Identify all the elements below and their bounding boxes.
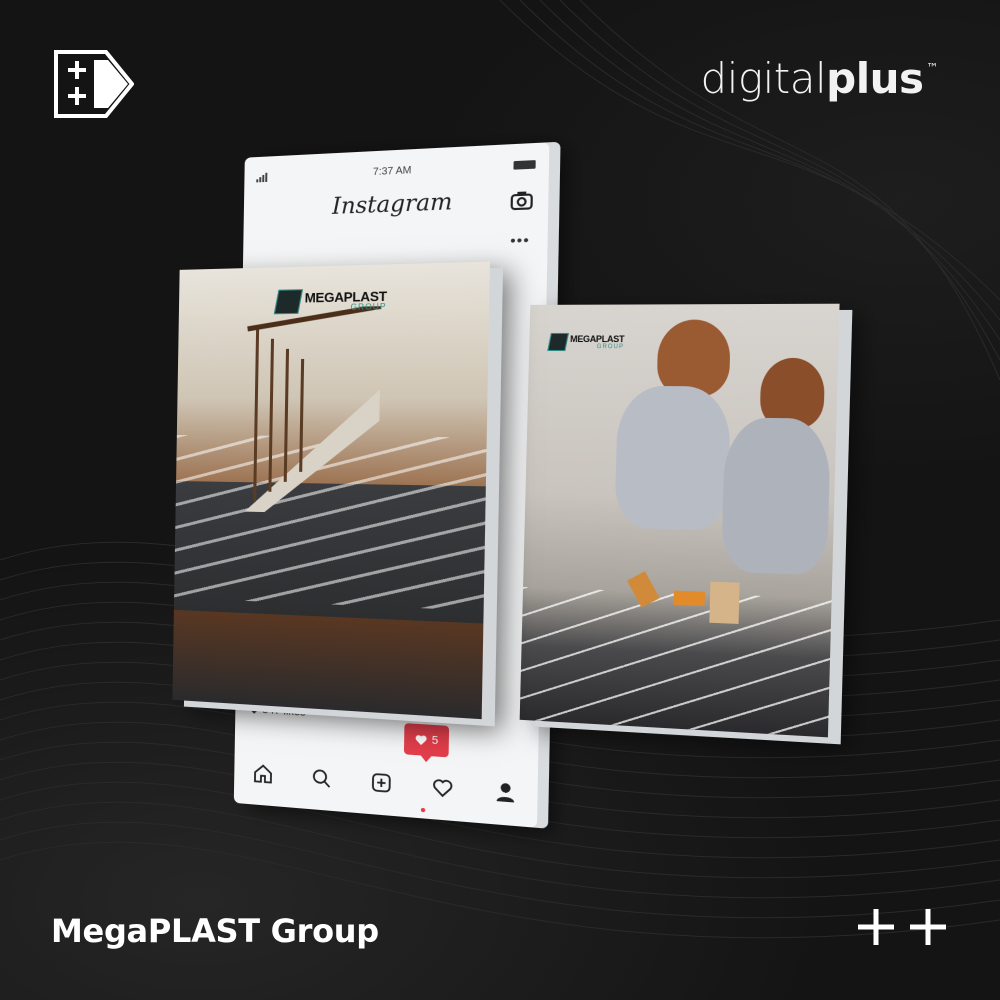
staircase-illustration bbox=[225, 306, 382, 514]
camera-icon[interactable] bbox=[511, 190, 533, 210]
active-tab-indicator bbox=[421, 808, 425, 813]
double-plus-icon bbox=[856, 905, 948, 949]
profile-icon[interactable] bbox=[493, 780, 518, 805]
status-time: 7:37 AM bbox=[373, 164, 412, 177]
app-header: Instagram bbox=[244, 179, 549, 233]
megaplast-logo: MEGAPLAST GROUP bbox=[549, 333, 624, 351]
digitalplus-wordmark: digitalplus ™ bbox=[701, 58, 938, 100]
home-icon[interactable] bbox=[252, 762, 274, 786]
notification-count: 5 bbox=[432, 734, 439, 747]
toy-block bbox=[674, 591, 705, 607]
boy-body bbox=[721, 417, 831, 575]
app-title: Instagram bbox=[332, 189, 453, 220]
add-post-icon[interactable] bbox=[370, 771, 393, 796]
toy-puzzle bbox=[709, 582, 739, 624]
post-image-children: MEGAPLAST GROUP bbox=[520, 304, 840, 738]
more-options-icon[interactable]: ••• bbox=[510, 231, 530, 249]
post-card-interior[interactable]: MEGAPLAST GROUP bbox=[172, 262, 490, 720]
tab-bar bbox=[234, 748, 538, 821]
megaplast-logo: MEGAPLAST GROUP bbox=[276, 287, 387, 314]
heart-icon[interactable] bbox=[431, 775, 455, 800]
logo-name: MEGAPLAST bbox=[570, 334, 624, 343]
heart-filled-icon bbox=[249, 705, 259, 715]
notification-badge[interactable]: 5 bbox=[404, 723, 449, 757]
digitalplus-logo-icon bbox=[54, 50, 134, 118]
trademark: ™ bbox=[927, 61, 939, 75]
logo-sub: GROUP bbox=[570, 344, 624, 350]
post-card-children[interactable]: MEGAPLAST GROUP bbox=[520, 304, 840, 738]
battery-icon bbox=[513, 160, 535, 170]
signal-icon bbox=[256, 172, 267, 182]
logo-sub: GROUP bbox=[304, 302, 386, 312]
project-title: MegaPLAST Group bbox=[51, 912, 379, 950]
wordmark-bold: plus bbox=[826, 54, 923, 103]
heart-notification-icon bbox=[415, 734, 428, 746]
toy-block bbox=[627, 571, 660, 607]
megaplast-logo-icon bbox=[547, 333, 569, 351]
wordmark-light: digital bbox=[701, 54, 827, 103]
post-image-interior: MEGAPLAST GROUP bbox=[172, 262, 490, 720]
megaplast-logo-icon bbox=[274, 289, 303, 314]
girl-body bbox=[614, 386, 731, 531]
search-icon[interactable] bbox=[310, 766, 333, 790]
